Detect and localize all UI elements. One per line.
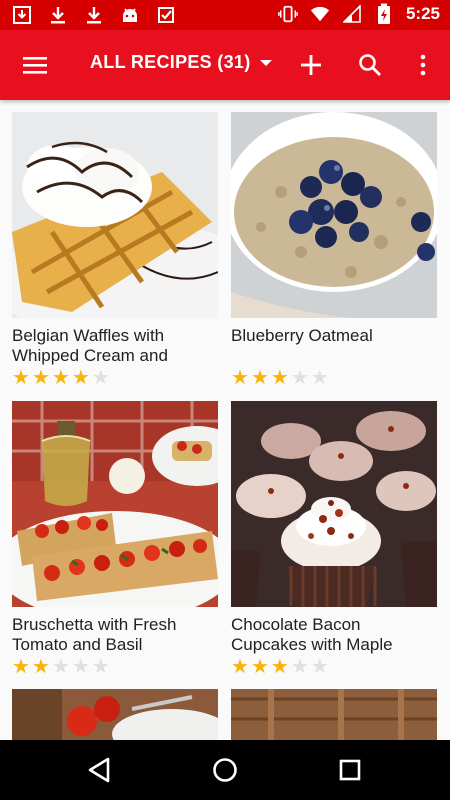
star-empty-icon: ★ <box>290 656 309 678</box>
dropdown-arrow-icon <box>259 59 272 66</box>
status-time: 5:25 <box>405 4 440 23</box>
download-icon <box>84 5 104 25</box>
star-filled-icon: ★ <box>250 656 269 678</box>
recipe-image-partial <box>12 689 218 740</box>
wifi-icon <box>310 4 330 24</box>
star-empty-icon: ★ <box>51 656 70 678</box>
home-button[interactable] <box>209 754 241 786</box>
star-filled-icon: ★ <box>270 656 289 678</box>
recipe-image-cupcakes <box>231 401 437 607</box>
menu-icon <box>23 57 47 74</box>
recipe-card[interactable] <box>231 689 437 740</box>
search-icon <box>359 54 381 76</box>
android-icon <box>120 5 140 25</box>
star-empty-icon: ★ <box>91 656 110 678</box>
add-recipe-button[interactable] <box>296 50 326 80</box>
add-icon <box>301 55 321 75</box>
star-empty-icon: ★ <box>71 656 90 678</box>
app-check-icon <box>156 5 176 25</box>
overflow-menu-button[interactable] <box>408 50 438 80</box>
star-filled-icon: ★ <box>250 367 269 389</box>
star-filled-icon: ★ <box>270 367 289 389</box>
star-empty-icon: ★ <box>290 367 309 389</box>
page-title: ALL RECIPES (31) <box>90 52 251 72</box>
star-filled-icon: ★ <box>31 656 50 678</box>
recipe-name: Blueberry Oatmeal <box>231 326 373 345</box>
vibrate-icon <box>278 4 298 24</box>
star-filled-icon: ★ <box>12 656 30 678</box>
star-filled-icon: ★ <box>231 656 249 678</box>
star-filled-icon: ★ <box>231 367 249 389</box>
recipe-name: Chocolate Bacon Cupcakes with Maple Fros… <box>231 615 393 654</box>
rating-stars: ★ ★ ★ ★ ★ <box>12 368 218 388</box>
app-bar: ALL RECIPES (31) <box>0 30 450 100</box>
star-filled-icon: ★ <box>12 367 30 389</box>
star-filled-icon: ★ <box>51 367 70 389</box>
recipe-image-waffles <box>12 112 218 318</box>
star-empty-icon: ★ <box>310 656 329 678</box>
recipe-name: Bruschetta with Fresh Tomato and Basil <box>12 615 177 654</box>
download-box-icon <box>12 5 32 25</box>
back-icon <box>88 757 110 783</box>
download-icon <box>48 5 68 25</box>
recipe-card[interactable]: Belgian Waffles with Whipped Cream and C… <box>12 112 218 388</box>
rating-stars: ★ ★ ★ ★ ★ <box>12 657 218 677</box>
recipe-card[interactable]: Blueberry Oatmeal ★ ★ ★ ★ ★ <box>231 112 437 388</box>
star-filled-icon: ★ <box>31 367 50 389</box>
recipe-filter-dropdown[interactable]: ALL RECIPES (31) <box>90 52 273 73</box>
signal-icon <box>342 4 362 24</box>
status-bar: 5:25 <box>0 0 450 30</box>
recipe-image-oatmeal <box>231 112 437 318</box>
menu-button[interactable] <box>18 50 52 80</box>
recents-button[interactable] <box>334 754 366 786</box>
recipe-image-bruschetta <box>12 401 218 607</box>
search-button[interactable] <box>355 50 385 80</box>
rating-stars: ★ ★ ★ ★ ★ <box>231 657 437 677</box>
navigation-bar <box>0 740 450 800</box>
battery-charging-icon <box>374 3 394 24</box>
recipe-card[interactable]: Bruschetta with Fresh Tomato and Basil ★… <box>12 401 218 677</box>
recipe-card[interactable] <box>12 689 218 740</box>
star-empty-icon: ★ <box>310 367 329 389</box>
back-button[interactable] <box>84 754 116 786</box>
star-empty-icon: ★ <box>91 367 110 389</box>
more-vert-icon <box>420 54 426 76</box>
home-icon <box>213 758 237 782</box>
star-filled-icon: ★ <box>71 367 90 389</box>
rating-stars: ★ ★ ★ ★ ★ <box>231 368 437 388</box>
recipe-name: Belgian Waffles with Whipped Cream and C… <box>12 326 168 365</box>
recipe-card[interactable]: Chocolate Bacon Cupcakes with Maple Fros… <box>231 401 437 677</box>
recents-icon <box>339 759 361 781</box>
recipe-image-partial <box>231 689 437 740</box>
